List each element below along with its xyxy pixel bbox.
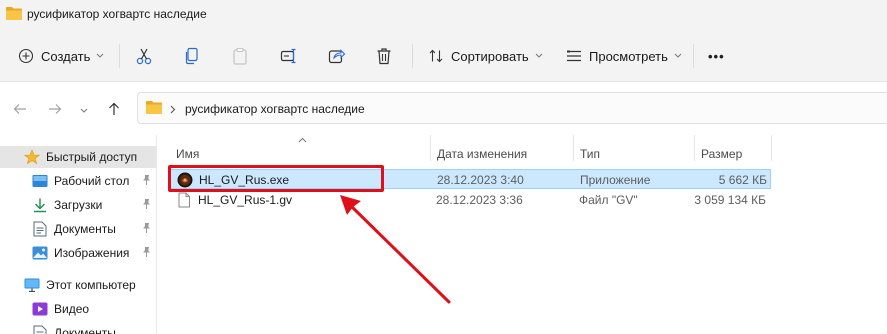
annotation-arrow — [340, 195, 451, 304]
